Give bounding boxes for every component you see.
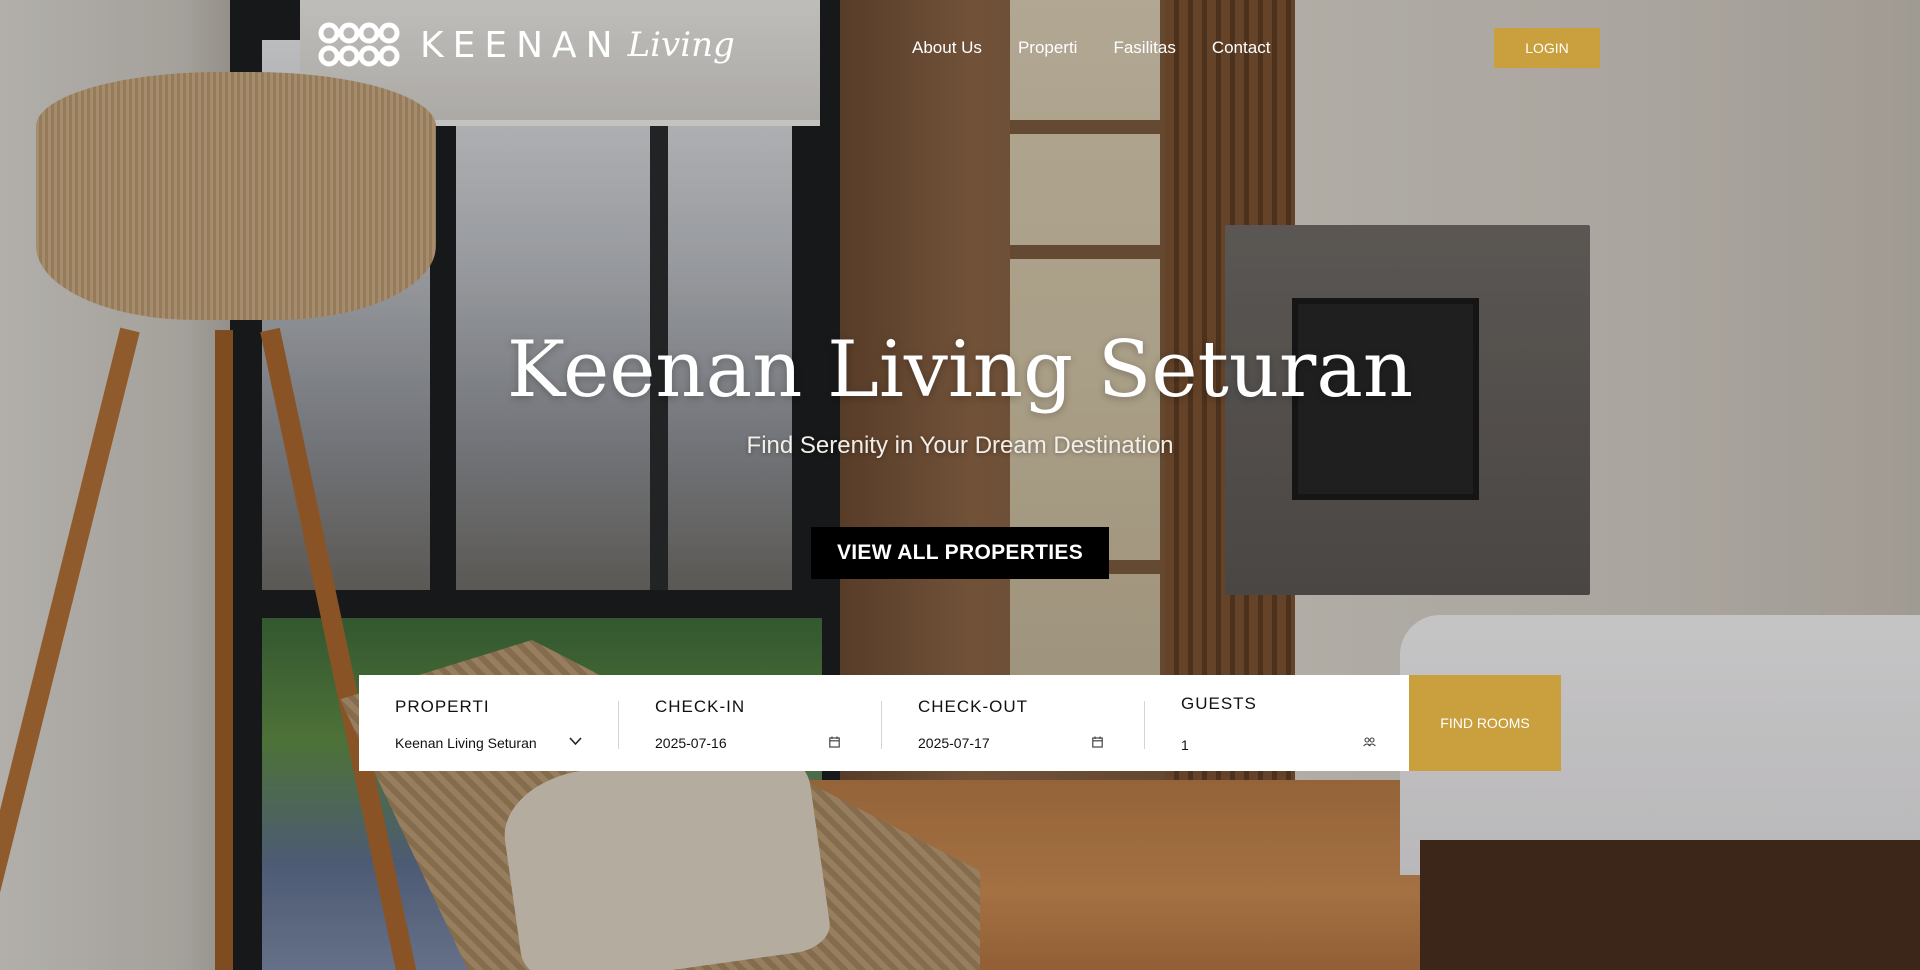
checkout-date-field[interactable]: CHECK-OUT 2025-07-17 (882, 675, 1145, 771)
hero-background-image (0, 0, 1920, 970)
checkin-label: CHECK-IN (655, 697, 746, 716)
property-label: PROPERTI (395, 697, 490, 716)
calendar-icon (829, 736, 840, 748)
property-value: Keenan Living Seturan (395, 735, 537, 751)
guests-label: GUESTS (1181, 694, 1257, 713)
view-all-properties-button[interactable]: VIEW ALL PROPERTIES (811, 527, 1109, 579)
nav-link-properti[interactable]: Properti (1018, 38, 1078, 58)
logo-script-text: Living (627, 25, 735, 65)
calendar-icon (1092, 736, 1103, 748)
find-rooms-button[interactable]: FIND ROOMS (1409, 675, 1561, 771)
checkin-date-field[interactable]: CHECK-IN 2025-07-16 (619, 675, 882, 771)
logo-wordmark: KEENAN (420, 24, 622, 66)
checkout-label: CHECK-OUT (918, 697, 1029, 716)
nav-link-contact[interactable]: Contact (1212, 38, 1271, 58)
users-icon (1363, 737, 1376, 747)
property-select[interactable]: PROPERTI Keenan Living Seturan (359, 675, 619, 771)
checkout-value: 2025-07-17 (918, 735, 990, 751)
main-nav: About Us Properti Fasilitas Contact (912, 38, 1270, 58)
nav-link-about-us[interactable]: About Us (912, 38, 982, 58)
guests-value: 1 (1181, 737, 1189, 753)
guests-field[interactable]: GUESTS 1 (1145, 675, 1409, 771)
chevron-down-icon (569, 737, 582, 746)
booking-form: PROPERTI Keenan Living Seturan CHECK-IN … (359, 675, 1561, 771)
hero-section: KEENAN Living About Us Properti Fasilita… (0, 0, 1920, 970)
nav-link-fasilitas[interactable]: Fasilitas (1113, 38, 1175, 58)
hero-subtitle: Find Serenity in Your Dream Destination (746, 432, 1174, 459)
login-button[interactable]: LOGIN (1494, 28, 1600, 68)
site-logo[interactable]: KEENAN Living (318, 20, 735, 70)
checkin-value: 2025-07-16 (655, 735, 727, 751)
hero-title: Keenan Living Seturan (506, 325, 1414, 415)
logo-pattern-icon (318, 22, 400, 67)
